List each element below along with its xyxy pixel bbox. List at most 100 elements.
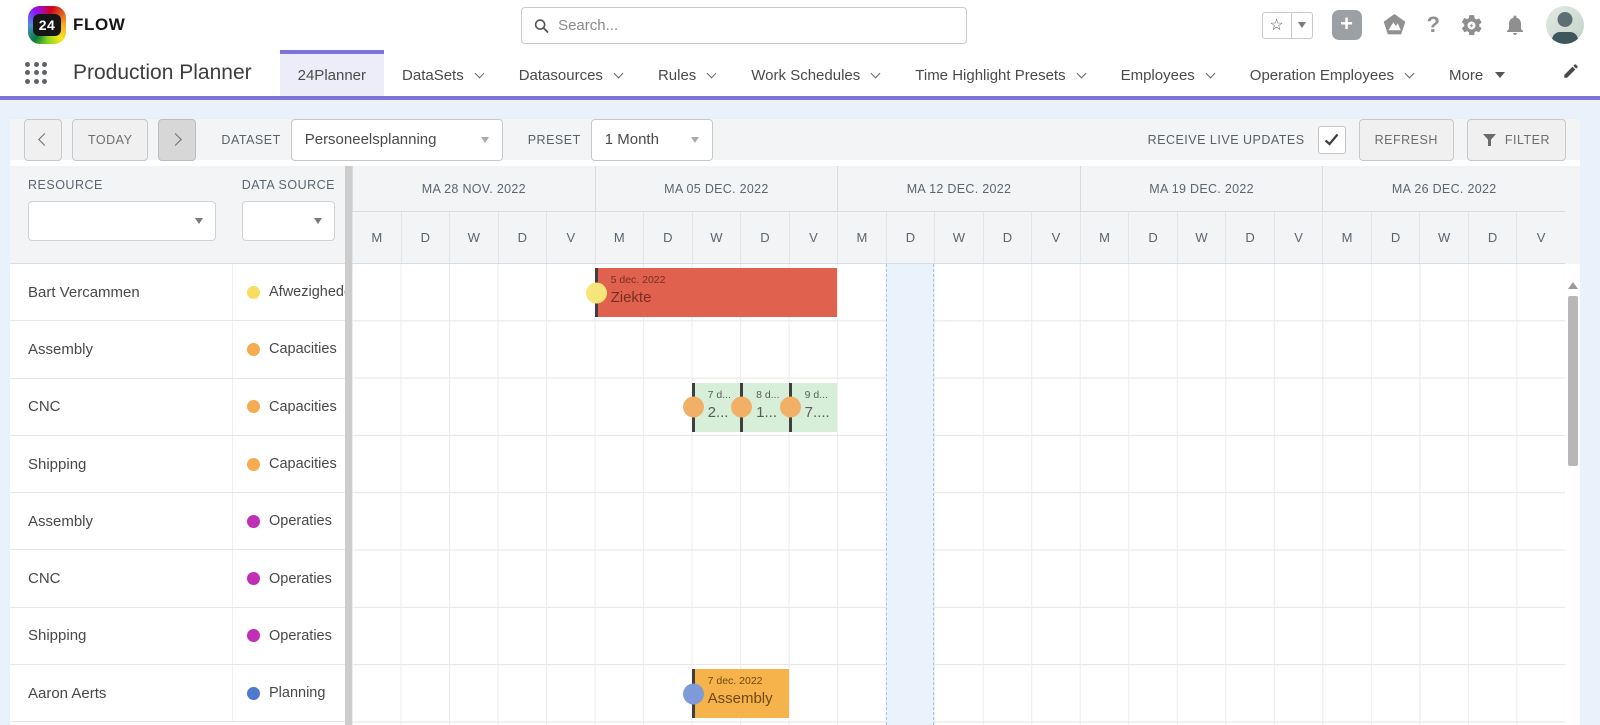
add-button[interactable] [1332,10,1362,40]
data-source-label: Afwezighede [269,284,345,300]
bar-label: 7.... [805,404,834,421]
bar-date: 7 dec. 2022 [708,675,785,687]
data-source-cell: Operaties [233,550,345,606]
resource-row[interactable]: Aaron AertsPlanning [10,665,345,722]
resource-filter-select[interactable] [28,201,216,241]
week-header: MA 28 NOV. 2022 [352,166,595,211]
settings-gear-icon[interactable] [1459,13,1484,38]
logo-text: FLOW [73,15,125,35]
tab-label: More [1449,67,1483,84]
tab-datasets[interactable]: DataSets [384,50,501,96]
search-box[interactable] [521,7,967,44]
tab-operation-employees[interactable]: Operation Employees [1232,50,1431,96]
source-color-dot [247,343,260,356]
tab-more[interactable]: More [1431,50,1523,96]
avatar[interactable] [1546,6,1584,44]
day-header: W [692,212,741,263]
data-source-label: Capacities [269,399,337,415]
resource-row[interactable]: CNCCapacities [10,379,345,436]
tab-employees[interactable]: Employees [1103,50,1232,96]
logo-icon: 24 [28,6,66,44]
resource-row[interactable]: Bart VercammenAfwezighede [10,264,345,321]
day-header: M [1080,212,1129,263]
tab-time-highlight-presets[interactable]: Time Highlight Presets [897,50,1102,96]
today-button[interactable]: TODAY [72,119,148,161]
help-icon[interactable] [1427,12,1440,38]
day-header: D [983,212,1032,263]
tab-work-schedules[interactable]: Work Schedules [733,50,897,96]
tab-label: Work Schedules [751,67,860,84]
apps-grid-icon[interactable] [25,62,48,85]
day-header: M [352,212,401,263]
resource-row[interactable]: CNC Operaties [10,550,345,607]
tab-label: 24Planner [298,67,366,84]
live-updates-label: RECEIVE LIVE UPDATES [1148,133,1305,147]
week-header: MA 12 DEC. 2022 [837,166,1080,211]
refresh-button[interactable]: REFRESH [1359,119,1454,161]
mountain-badge-icon[interactable] [1381,12,1408,39]
source-color-dot [247,400,260,413]
caret-down-icon [1495,72,1505,78]
day-header: D [1128,212,1177,263]
resource-row[interactable]: ShippingCapacities [10,436,345,493]
source-color-dot [247,515,260,528]
prev-period-button[interactable] [24,119,62,161]
resource-name: CNC [10,550,233,606]
filter-button[interactable]: FILTER [1467,119,1566,161]
source-color-dot [247,572,260,585]
gantt-bar-assembly[interactable]: 7 dec. 2022Assembly [692,669,789,718]
main-panel: TODAY DATASET Personeelsplanning PRESET … [10,118,1580,725]
dataset-value: Personeelsplanning [305,131,437,148]
resource-row[interactable]: AssemblyOperaties [10,493,345,550]
data-source-cell: Capacities [233,321,345,377]
chevron-down-icon [195,218,203,224]
data-source-cell: Planning [233,665,345,721]
live-updates-checkbox[interactable] [1318,126,1346,154]
vertical-scrollbar[interactable] [1565,166,1580,725]
data-source-label: Operaties [269,571,332,587]
notifications-bell-icon[interactable] [1503,13,1527,37]
dataset-select[interactable]: Personeelsplanning [291,119,503,161]
bar-marker-dot [586,282,607,303]
logo-number: 24 [33,14,62,36]
filter-funnel-icon [1483,134,1496,146]
day-header: D [886,212,935,263]
bar-marker-dot [731,397,752,418]
day-header-row: MDWDVMDWDVMDWDVMDWDVMDWDV [352,212,1565,264]
bar-date: 7 d... [708,389,737,401]
bar-marker-dot [683,683,704,704]
panel-splitter[interactable] [345,166,352,725]
resource-row[interactable]: ShippingOperaties [10,608,345,665]
tab-label: Employees [1121,67,1195,84]
tab-rules[interactable]: Rules [640,50,733,96]
top-bar: 24 FLOW [0,0,1600,50]
bar-date: 9 d... [805,389,834,401]
next-period-button[interactable] [158,119,196,161]
day-header: D [740,212,789,263]
resource-row[interactable]: AssemblyCapacities [10,321,345,378]
chevron-down-icon [481,137,489,143]
gantt-bar-7-[interactable]: 9 d... 7.... [789,383,838,432]
day-header: V [546,212,595,263]
scroll-up-icon[interactable] [1568,282,1578,289]
data-source-label: Operaties [269,628,332,644]
scrollbar-thumb[interactable] [1568,296,1578,466]
favorite-star-icon[interactable] [1263,13,1292,38]
day-header: V [1516,212,1565,263]
gantt-bar-ziekte[interactable]: 5 dec. 2022Ziekte [595,268,838,317]
tab-24planner[interactable]: 24Planner [280,50,384,96]
toolbar-right: RECEIVE LIVE UPDATES REFRESH FILTER [1133,119,1566,161]
resource-name: Aaron Aerts [10,665,233,721]
datasource-filter-select[interactable] [242,201,335,241]
chevron-down-icon [474,68,484,78]
timeline-body: 5 dec. 2022Ziekte7 d...2...8 d...1...9 d… [352,264,1565,725]
tab-datasources[interactable]: Datasources [501,50,640,96]
resource-name: Assembly [10,493,233,549]
preset-select[interactable]: 1 Month [591,119,713,161]
favorite-caret-icon[interactable] [1292,13,1312,38]
edit-pencil-icon[interactable] [1562,62,1580,85]
data-source-label: Capacities [269,341,337,357]
logo[interactable]: 24 FLOW [28,6,125,44]
day-header: W [1419,212,1468,263]
search-input[interactable] [558,17,954,34]
